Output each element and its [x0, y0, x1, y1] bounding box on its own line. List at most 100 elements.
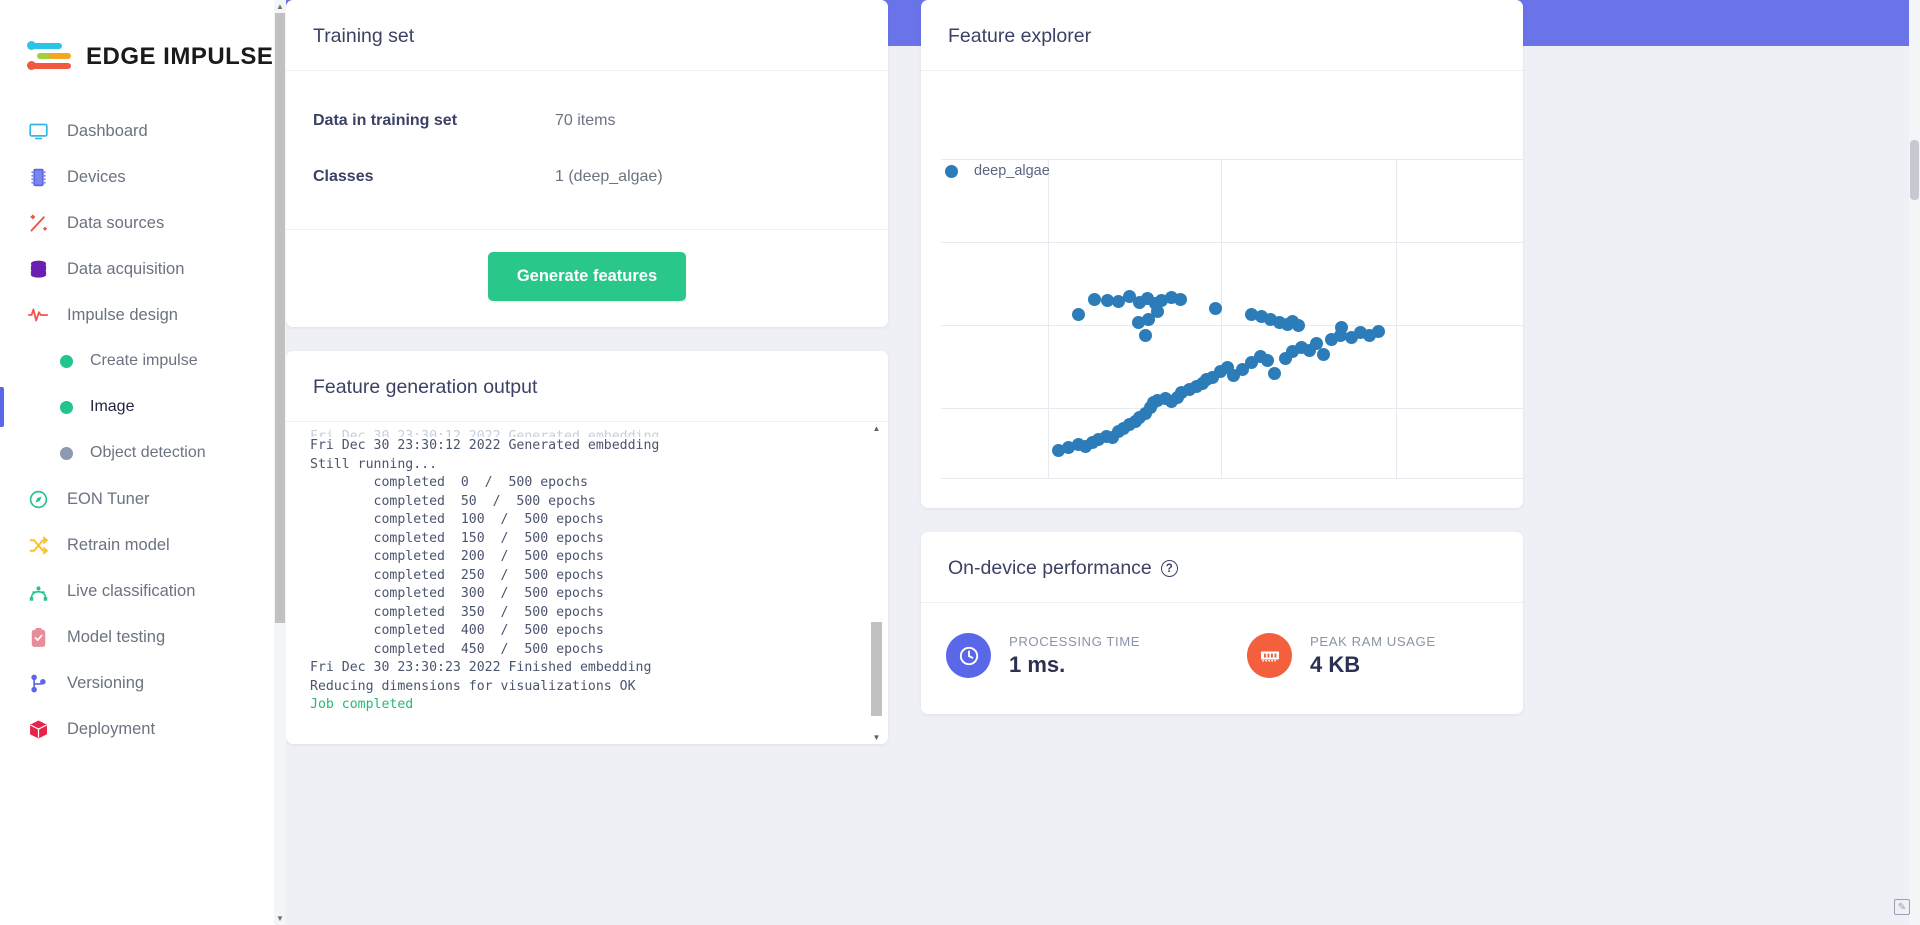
monitor-icon	[27, 120, 49, 142]
scatter-point[interactable]	[1173, 292, 1187, 306]
scatter-point[interactable]	[1292, 319, 1306, 332]
scatter-point[interactable]	[1071, 307, 1085, 321]
feedback-icon[interactable]: ✎	[1894, 899, 1910, 915]
scatter-point[interactable]	[1139, 328, 1153, 342]
sidebar-item-label: Devices	[67, 167, 126, 186]
sidebar-item-dashboard[interactable]: Dashboard	[0, 108, 286, 154]
feature-explorer-header: Feature explorer	[921, 0, 1523, 71]
right-column: Feature explorer deep_algae On-device pe…	[921, 0, 1523, 744]
section-title: On-device performance	[948, 557, 1152, 579]
sidebar-item-label: Live classification	[67, 581, 196, 600]
feature-generation-console[interactable]: Fri Dec 30 23:30:12 2022 Generated embed…	[286, 422, 888, 744]
sidebar-item-data-sources[interactable]: Data sources	[0, 200, 286, 246]
brand-logo[interactable]: EDGE IMPULSE	[0, 0, 286, 84]
pulse-icon	[27, 304, 49, 326]
sidebar-item-image[interactable]: Image	[0, 384, 286, 430]
generate-features-button[interactable]: Generate features	[487, 252, 687, 301]
edge-impulse-logo-icon	[27, 40, 73, 74]
shuffle-icon	[27, 534, 49, 556]
grid-line-horizontal	[941, 408, 1523, 409]
sidebar: EDGE IMPULSE Dashboard Devices Data sour…	[0, 0, 286, 925]
scatter-point[interactable]	[1261, 354, 1275, 368]
grid-line-horizontal	[941, 159, 1523, 160]
compass-icon	[27, 488, 49, 510]
sidebar-item-label: Create impulse	[90, 352, 198, 369]
row-key: Classes	[313, 168, 374, 185]
page-scrollbar[interactable]	[1909, 0, 1920, 925]
sidebar-item-data-acquisition[interactable]: Data acquisition	[0, 246, 286, 292]
on-device-performance-body: PROCESSING TIME 1 ms. PEAK RAM USAGE 4 K…	[921, 603, 1523, 714]
status-dot-icon	[60, 446, 73, 460]
grid-line-horizontal	[941, 478, 1523, 479]
sidebar-item-label: Model testing	[67, 627, 166, 646]
console-scrollbar[interactable]: ▲ ▼	[870, 422, 883, 744]
sidebar-item-label: Impulse design	[67, 305, 178, 324]
scrollbar-thumb[interactable]	[275, 13, 285, 623]
feature-generation-output-card: Feature generation output Fri Dec 30 23:…	[286, 351, 888, 744]
grid-line-vertical	[1221, 159, 1222, 479]
scroll-down-arrow-icon[interactable]: ▼	[274, 912, 286, 925]
sidebar-item-live-classification[interactable]: Live classification	[0, 568, 286, 614]
metric-label: PROCESSING TIME	[1009, 633, 1141, 649]
row-value: 70 items	[555, 112, 616, 129]
status-dot-icon	[60, 354, 73, 368]
section-title: Feature generation output	[313, 376, 538, 398]
training-set-card: Training set Data in training set 70 ite…	[286, 0, 888, 327]
scatter-point[interactable]	[1372, 325, 1386, 339]
page-title: Training set	[313, 25, 415, 47]
scatter-point[interactable]	[1268, 367, 1282, 380]
chart-legend[interactable]: deep_algae	[945, 163, 1050, 179]
training-set-footer: Generate features	[286, 229, 888, 327]
ram-icon	[1247, 633, 1292, 678]
sidebar-item-object-detection[interactable]: Object detection	[0, 430, 286, 476]
sidebar-item-label: Deployment	[67, 719, 156, 738]
feature-explorer-scatter-plot[interactable]	[931, 159, 1523, 479]
wand-icon	[27, 212, 49, 234]
feature-explorer-body: deep_algae	[921, 71, 1523, 508]
database-icon	[27, 258, 49, 280]
metric-value: 4 KB	[1310, 651, 1361, 677]
clock-icon	[946, 633, 991, 678]
section-title: Feature explorer	[948, 25, 1092, 47]
job-status-text: Job completed	[310, 697, 414, 712]
network-icon	[27, 580, 49, 602]
sidebar-item-label: Object detection	[90, 444, 206, 461]
training-set-row: Classes 1 (deep_algae)	[313, 149, 861, 205]
sidebar-item-label: Versioning	[67, 673, 145, 692]
feature-generation-header: Feature generation output	[286, 351, 888, 422]
console-scroll-up-icon[interactable]: ▲	[870, 422, 883, 435]
sidebar-item-deployment[interactable]: Deployment	[0, 706, 286, 752]
help-circle-icon[interactable]: ?	[1160, 560, 1178, 577]
sidebar-item-label: Image	[90, 398, 135, 415]
sidebar-item-retrain-model[interactable]: Retrain model	[0, 522, 286, 568]
page-scrollbar-thumb[interactable]	[1910, 140, 1919, 200]
branch-icon	[27, 672, 49, 694]
sidebar-item-impulse-design[interactable]: Impulse design	[0, 292, 286, 338]
training-set-row: Data in training set 70 items	[313, 93, 861, 149]
sidebar-item-label: Dashboard	[67, 121, 148, 140]
console-scroll-down-icon[interactable]: ▼	[870, 731, 883, 744]
console-scrollbar-thumb[interactable]	[871, 622, 882, 716]
scroll-up-arrow-icon[interactable]: ▲	[274, 0, 286, 13]
chip-icon	[27, 166, 49, 188]
sidebar-item-label: EON Tuner	[67, 489, 150, 508]
metric-value: 1 ms.	[1009, 651, 1066, 677]
training-set-header: Training set	[286, 0, 888, 71]
sidebar-item-eon-tuner[interactable]: EON Tuner	[0, 476, 286, 522]
sidebar-item-model-testing[interactable]: Model testing	[0, 614, 286, 660]
scatter-point[interactable]	[1088, 292, 1102, 306]
scatter-point[interactable]	[1151, 304, 1165, 318]
sidebar-item-devices[interactable]: Devices	[0, 154, 286, 200]
scatter-point[interactable]	[1316, 347, 1330, 361]
metric-peak-ram-usage: PEAK RAM USAGE 4 KB	[1222, 633, 1523, 678]
sidebar-item-versioning[interactable]: Versioning	[0, 660, 286, 706]
grid-line-vertical	[1048, 159, 1049, 479]
sidebar-item-create-impulse[interactable]: Create impulse	[0, 338, 286, 384]
scatter-point[interactable]	[1132, 315, 1146, 329]
sidebar-item-label: Retrain model	[67, 535, 170, 554]
grid-line-vertical	[1396, 159, 1397, 479]
metric-processing-time: PROCESSING TIME 1 ms.	[921, 633, 1222, 678]
sidebar-scrollbar[interactable]: ▲ ▼	[274, 0, 286, 925]
brand-name: EDGE IMPULSE	[86, 43, 274, 70]
left-column: Training set Data in training set 70 ite…	[286, 0, 888, 744]
